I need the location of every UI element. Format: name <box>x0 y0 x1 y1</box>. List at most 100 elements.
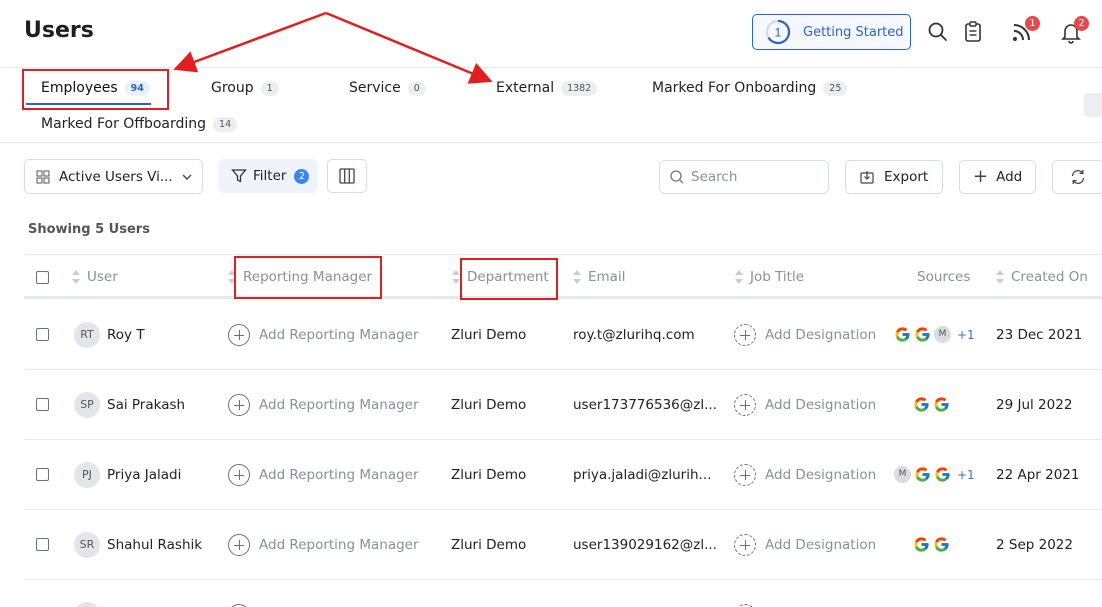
tab-count: 0 <box>407 80 426 96</box>
add-user-button[interactable]: + Add <box>959 160 1036 194</box>
add-circle-icon[interactable] <box>228 394 250 416</box>
search-placeholder: Search <box>691 169 738 185</box>
google-icon <box>914 397 929 412</box>
add-designation-link[interactable]: Add Designation <box>765 397 876 413</box>
user-name[interactable]: Priya Jaladi <box>107 467 181 483</box>
email: user173776536@zl... <box>573 397 717 413</box>
columns-icon <box>339 168 355 184</box>
tab-group[interactable]: Group 1 <box>211 80 279 96</box>
tabs-scroll-right-icon[interactable] <box>1084 93 1102 117</box>
row-checkbox[interactable] <box>36 538 49 551</box>
page-title: Users <box>24 18 94 43</box>
google-icon <box>895 327 910 342</box>
search-icon[interactable] <box>926 20 950 44</box>
google-icon <box>935 467 950 482</box>
columns-button[interactable] <box>327 159 367 193</box>
add-reporting-manager-link[interactable]: Add Reporting Manager <box>259 537 419 553</box>
filter-count-badge: 2 <box>294 168 310 184</box>
add-circle-icon[interactable] <box>734 394 756 416</box>
showing-count: Showing 5 Users <box>28 222 150 237</box>
tab-label: External <box>496 80 555 96</box>
filter-button[interactable]: Filter 2 <box>219 159 317 193</box>
annotation-box-reporting-manager <box>234 256 382 299</box>
add-circle-icon[interactable] <box>228 534 250 556</box>
table-header: User Reporting Manager Department Email … <box>24 254 1102 299</box>
tab-marked-for-onboarding[interactable]: Marked For Onboarding 25 <box>652 80 848 96</box>
filter-icon <box>231 169 247 183</box>
row-checkbox[interactable] <box>36 328 49 341</box>
table-row[interactable]: SR Shahul Rashik Add Reporting Manager Zlur… <box>24 510 1102 580</box>
add-designation-link[interactable]: Add Designation <box>765 467 876 483</box>
add-circle-icon[interactable] <box>734 324 756 346</box>
add-reporting-manager-link[interactable]: Add Reporting Manager <box>259 467 419 483</box>
add-circle-icon[interactable] <box>734 534 756 556</box>
select-all-checkbox[interactable] <box>36 271 49 284</box>
chevron-down-icon <box>182 174 192 180</box>
column-job-title[interactable]: Job Title <box>735 269 804 285</box>
tab-service[interactable]: Service 0 <box>349 80 426 96</box>
google-icon <box>934 397 949 412</box>
bell-icon[interactable]: 2 <box>1059 16 1089 44</box>
created-on: 22 Apr 2021 <box>996 467 1080 483</box>
microsoft-source-badge: M <box>934 326 951 343</box>
created-on: 23 Dec 2021 <box>996 327 1083 343</box>
avatar: RT <box>74 322 100 348</box>
avatar <box>74 602 100 607</box>
clipboard-icon[interactable] <box>961 20 985 44</box>
column-created-on[interactable]: Created On <box>996 269 1088 285</box>
progress-ring-icon: 1 <box>765 19 791 45</box>
row-checkbox[interactable] <box>36 468 49 481</box>
created-on: 29 Jul 2022 <box>996 397 1073 413</box>
google-icon <box>934 537 949 552</box>
tab-external[interactable]: External 1382 <box>496 80 598 96</box>
filter-label: Filter <box>253 168 287 184</box>
column-email[interactable]: Email <box>573 269 625 285</box>
view-select[interactable]: Active Users Vi... <box>24 159 203 194</box>
add-circle-icon[interactable] <box>228 324 250 346</box>
column-sources: Sources <box>917 269 971 285</box>
sources: M +1 <box>894 466 975 483</box>
export-button[interactable]: Export <box>845 160 943 194</box>
table-row[interactable] <box>24 580 1102 607</box>
add-circle-icon[interactable] <box>734 464 756 486</box>
row-checkbox[interactable] <box>36 398 49 411</box>
notification-badge: 2 <box>1074 16 1089 31</box>
plus-icon: + <box>973 166 989 187</box>
refresh-button[interactable] <box>1052 160 1102 194</box>
rss-icon[interactable]: 1 <box>1010 16 1040 44</box>
add-designation-link[interactable]: Add Designation <box>765 537 876 553</box>
more-sources[interactable]: +1 <box>957 328 975 342</box>
refresh-icon <box>1071 170 1085 184</box>
department: Zluri Demo <box>451 467 527 483</box>
add-reporting-manager-link[interactable]: Add Reporting Manager <box>259 397 419 413</box>
google-icon <box>915 327 930 342</box>
sort-icon <box>573 269 582 285</box>
user-name[interactable]: Sai Prakash <box>107 397 185 413</box>
add-reporting-manager-link[interactable]: Add Reporting Manager <box>259 327 419 343</box>
getting-started-button[interactable]: 1 Getting Started <box>752 14 911 50</box>
tab-label: Marked For Offboarding <box>41 116 207 132</box>
tab-label: Service <box>349 80 401 96</box>
table-row[interactable]: RT Roy T Add Reporting Manager Zluri Demo ro… <box>24 300 1102 370</box>
rss-badge: 1 <box>1025 16 1040 31</box>
search-input[interactable]: Search <box>659 160 829 194</box>
sources: M +1 <box>894 326 975 343</box>
user-name[interactable]: Roy T <box>107 327 145 343</box>
user-name[interactable]: Shahul Rashik <box>107 537 202 553</box>
grid-icon <box>36 170 50 183</box>
table-row[interactable]: PJ Priya Jaladi Add Reporting Manager Zluri… <box>24 440 1102 510</box>
annotation-box-department <box>460 258 558 300</box>
avatar: PJ <box>74 462 100 488</box>
tab-marked-for-offboarding[interactable]: Marked For Offboarding 14 <box>41 116 238 132</box>
add-circle-icon[interactable] <box>228 464 250 486</box>
table-row[interactable]: SP Sai Prakash Add Reporting Manager Zluri … <box>24 370 1102 440</box>
export-icon <box>860 171 874 184</box>
tab-count: 1 <box>260 80 279 96</box>
sort-icon <box>735 269 744 285</box>
created-on: 2 Sep 2022 <box>996 537 1073 553</box>
add-designation-link[interactable]: Add Designation <box>765 327 876 343</box>
getting-started-label: Getting Started <box>803 24 904 40</box>
more-sources[interactable]: +1 <box>957 468 975 482</box>
email: priya.jaladi@zlurih... <box>573 467 712 483</box>
column-user[interactable]: User <box>72 269 118 285</box>
